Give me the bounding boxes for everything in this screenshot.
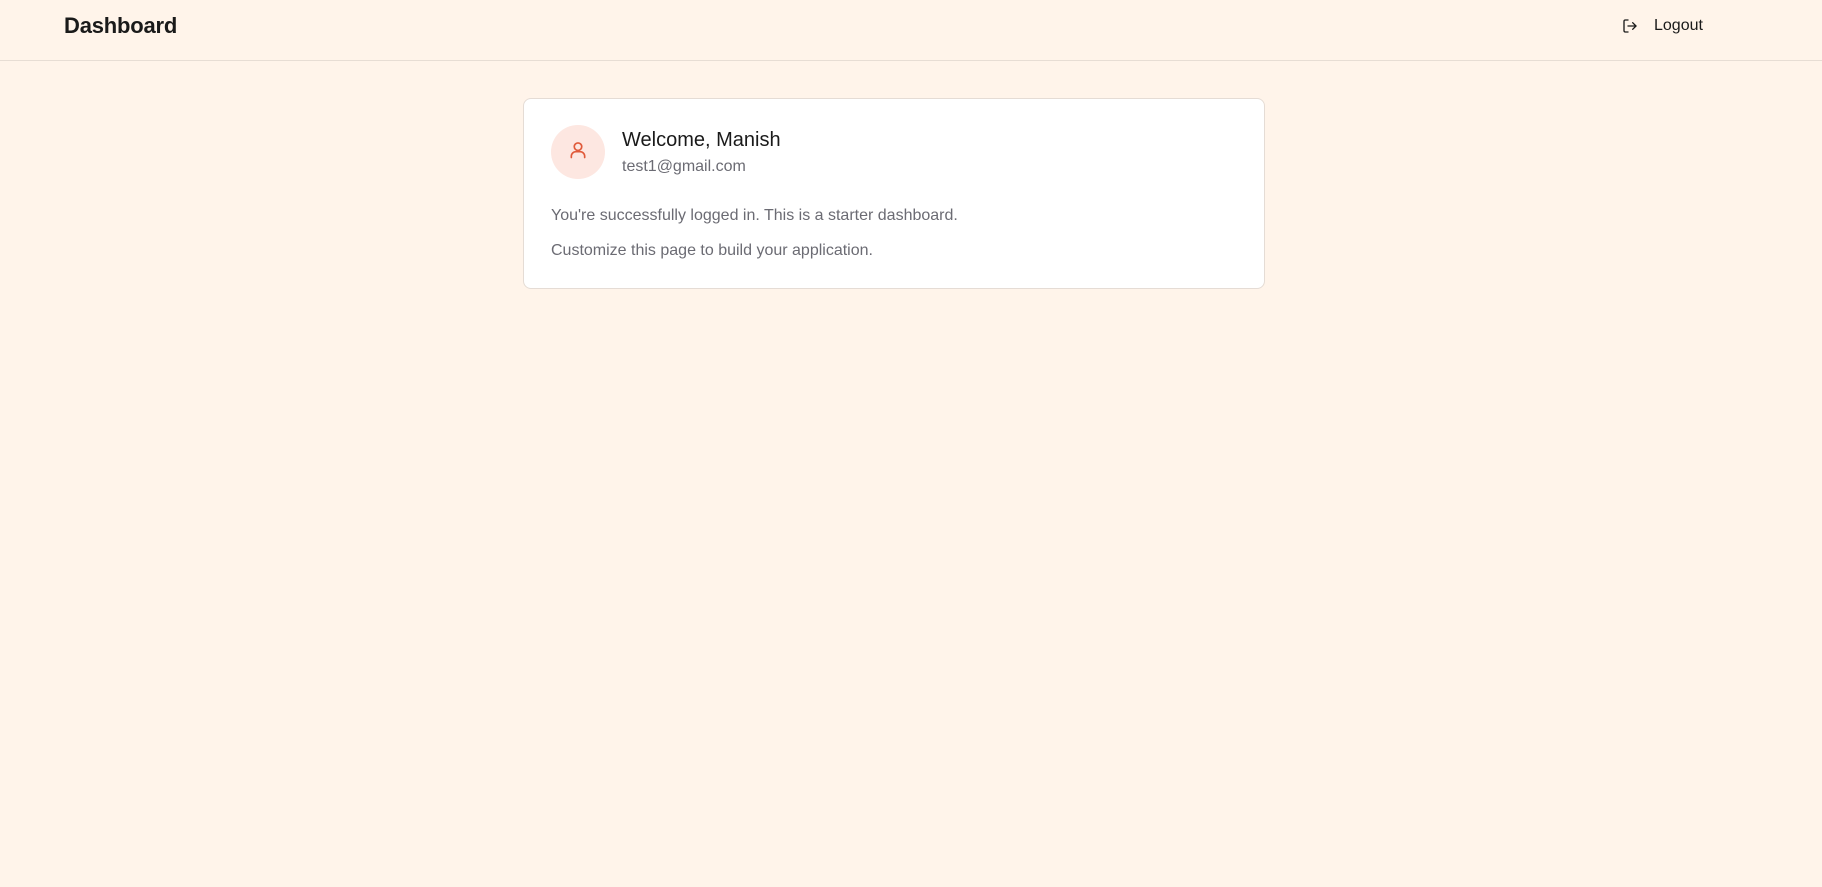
- login-status-text: You're successfully logged in. This is a…: [551, 207, 958, 224]
- customize-hint-text: Customize this page to build your applic…: [551, 242, 873, 259]
- logout-label: Logout: [1654, 17, 1703, 34]
- user-email: test1@gmail.com: [622, 158, 746, 175]
- logout-icon: [1622, 18, 1638, 34]
- welcome-card: Welcome, Manish test1@gmail.com You're s…: [523, 98, 1265, 289]
- user-icon: [568, 140, 588, 165]
- top-navbar: Dashboard Logout: [0, 0, 1822, 61]
- welcome-heading: Welcome, Manish: [622, 129, 781, 151]
- avatar: [551, 125, 605, 179]
- page-title: Dashboard: [64, 13, 178, 38]
- logout-button[interactable]: Logout: [1612, 10, 1713, 42]
